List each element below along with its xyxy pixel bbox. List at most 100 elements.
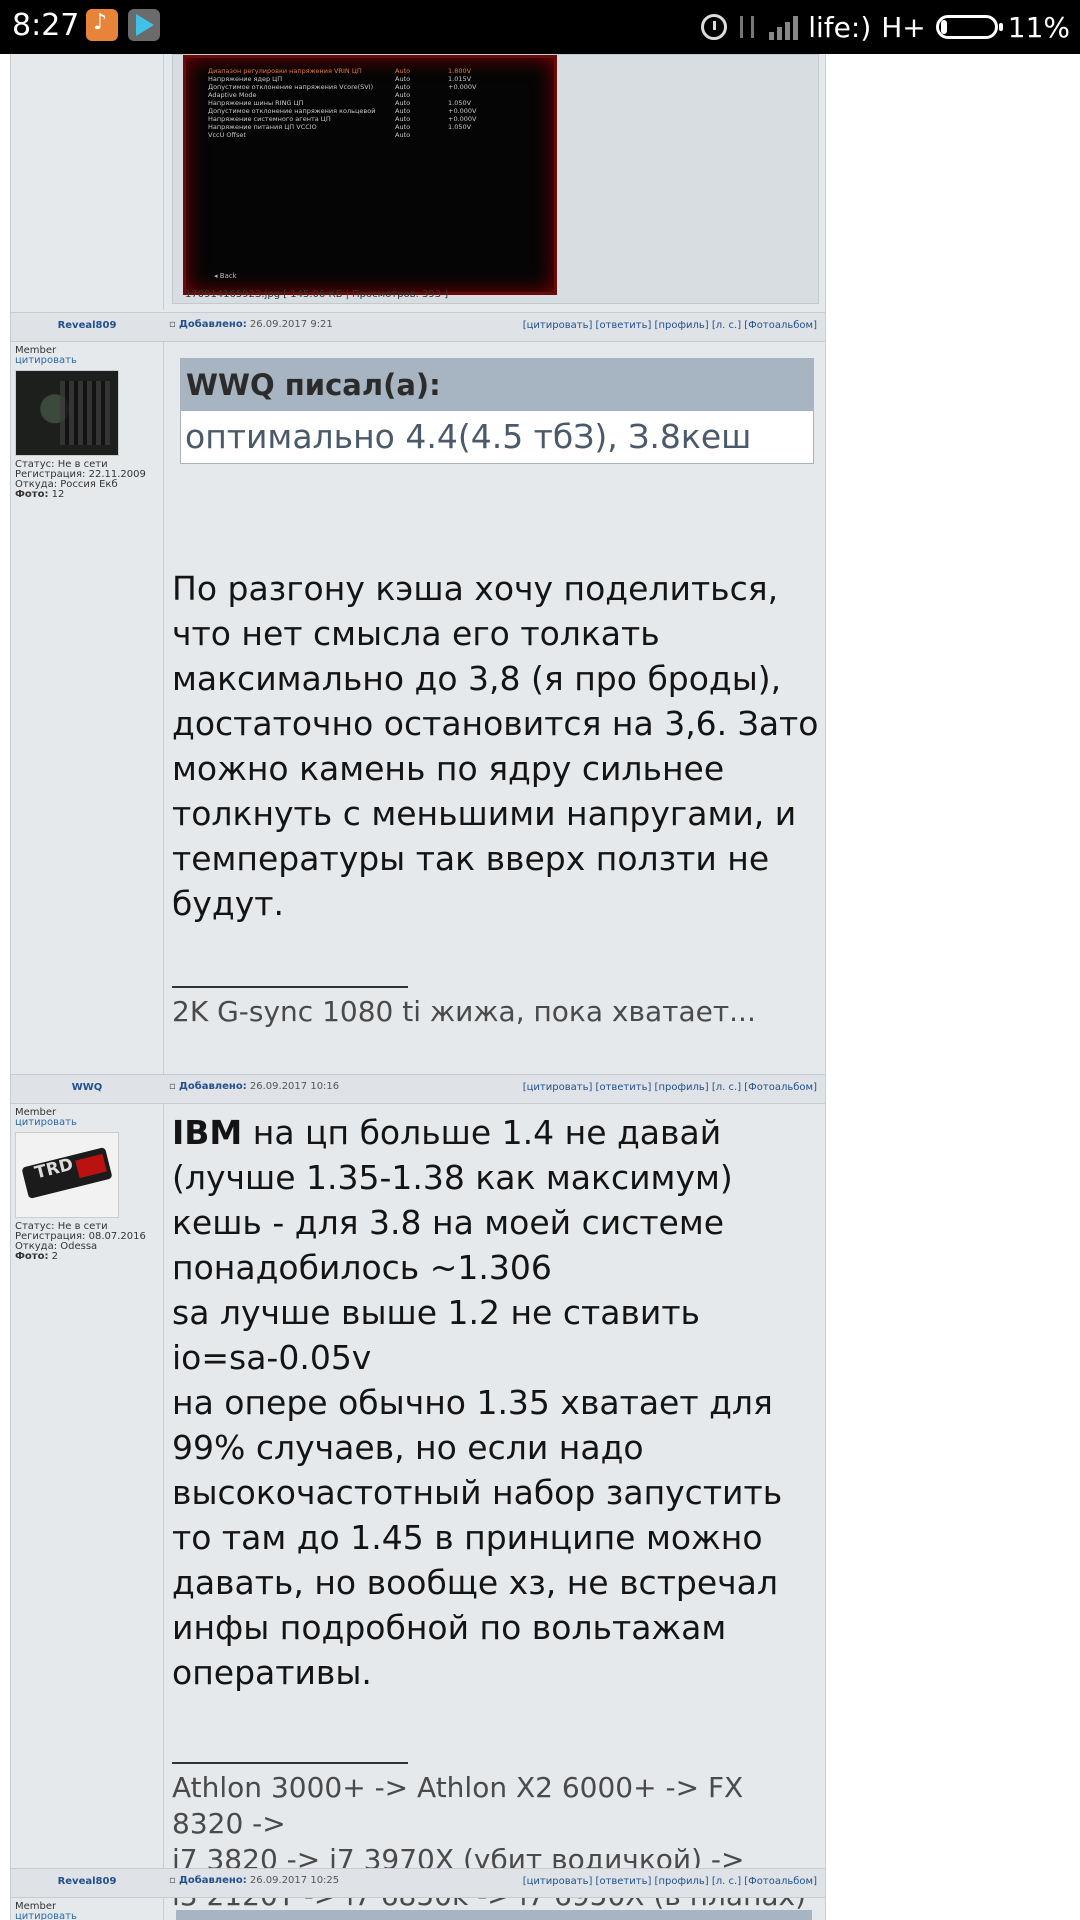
alarm-icon	[701, 14, 728, 40]
battery-percent: 11%	[1007, 10, 1070, 44]
message-line: будут.	[172, 884, 284, 923]
message-line: можно камень по ядру сильнее	[172, 749, 725, 788]
signature-divider	[172, 1762, 408, 1764]
message-line: По разгону кэша хочу поделиться,	[172, 569, 779, 608]
bios-setting-mode: Auto	[395, 91, 411, 99]
bios-setting-label: Напряжение системного агента ЦП	[208, 115, 331, 123]
quote-block: WWQ писал(а): оптимально 4.4(4.5 тбЗ), З…	[180, 358, 814, 464]
message-line: инфы подробной по вольтажам	[172, 1608, 727, 1647]
message-line: кешь - для 3.8 на моей системе	[172, 1203, 725, 1242]
bios-setting-row: Диапазон регулировки напряжения VRIN ЦП A…	[208, 67, 554, 75]
previous-post-body: Диапазон регулировки напряжения VRIN ЦП A…	[164, 54, 825, 310]
post-user-sidebar: Member цитировать Статус: Не в сети Реги…	[11, 1104, 164, 1919]
bios-setting-value: 1.800V	[448, 67, 472, 75]
quote-user-link[interactable]: цитировать	[15, 1912, 77, 1920]
post-header: WWQ ▫ Добавлено: 26.09.2017 10:16 [цитир…	[11, 1074, 825, 1104]
message-line: максимально до 3,8 (я про броды),	[172, 659, 782, 698]
bios-setting-value: 1.015V	[448, 75, 472, 83]
bios-setting-label: Напряжение питания ЦП VCCIO	[208, 123, 317, 131]
play-store-icon	[128, 9, 160, 41]
attachment-frame: Диапазон регулировки напряжения VRIN ЦП A…	[172, 54, 819, 304]
bios-setting-mode: Auto	[395, 99, 411, 107]
message-line: оперативы.	[172, 1653, 372, 1692]
bios-setting-row: Допустимое отклонение напряжения Vcore(S…	[208, 83, 554, 91]
music-app-icon	[86, 9, 118, 41]
status-bar: 8:27 life:) H+ 11%	[0, 0, 1080, 54]
post-date: ▫ Добавлено: 26.09.2017 10:25	[169, 1875, 340, 1886]
bios-setting-row: Напряжение системного агента ЦП Auto +0.00…	[208, 115, 554, 123]
bios-setting-value: 1.050V	[448, 123, 472, 131]
post-body: WWQ писал(а): оптимально 4.4(4.5 тбЗ), З…	[164, 342, 825, 1074]
bios-setting-label: Adaptive Mode	[208, 91, 257, 99]
bios-setting-row: Допустимое отклонение напряжения кольцев…	[208, 107, 554, 115]
data-transfer-icon	[737, 14, 759, 40]
user-photos: Фото: 12	[15, 489, 65, 500]
bios-setting-mode: Auto	[395, 107, 411, 115]
bios-setting-value: 1.050V	[448, 99, 472, 107]
quote-user-link[interactable]: цитировать	[15, 1118, 146, 1128]
message-line: sa лучше выше 1.2 не ставить	[172, 1293, 700, 1332]
bios-setting-value: +0.000V	[448, 107, 477, 115]
post-user-sidebar: Member цитировать Статус: Не в сети Реги…	[11, 342, 164, 1074]
post-header: Reveal809 ▫ Добавлено: 26.09.2017 9:21 […	[11, 312, 825, 342]
message-line: высокочастотный набор запустить	[172, 1473, 783, 1512]
post-message: IBM на цп больше 1.4 не давай (лучше 1.3…	[172, 1110, 822, 1695]
bios-setting-row: Напряжение питания ЦП VCCIO Auto 1.050V	[208, 123, 554, 131]
post-actions[interactable]: [цитировать] [ответить] [профиль] [л. с.…	[523, 320, 817, 331]
bios-setting-label: Напряжение шины RING ЦП	[208, 99, 304, 107]
message-line: на опере обычно 1.35 хватает для	[172, 1383, 773, 1422]
signal-icon	[769, 14, 799, 40]
bios-setting-value: +0.000V	[448, 115, 477, 123]
quote-text: оптимально 4.4(4.5 тбЗ), З.8кеш	[185, 417, 752, 456]
bios-setting-mode: Auto	[395, 75, 411, 83]
post-signature: 2K G-sync 1080 ti жижа, пока хватает...	[172, 995, 756, 1028]
post-actions[interactable]: [цитировать] [ответить] [профиль] [л. с.…	[523, 1876, 817, 1887]
signature-line: Athlon 3000+ -> Athlon X2 6000+ -> FX 83…	[172, 1771, 744, 1840]
bios-setting-label: Допустимое отклонение напряжения Vcore(S…	[208, 83, 374, 91]
bios-setting-row: Adaptive Mode Auto	[208, 91, 554, 99]
previous-post-sidebar	[11, 54, 164, 310]
post-author-link[interactable]: WWQ	[11, 1082, 163, 1093]
bios-setting-label: Диапазон регулировки напряжения VRIN ЦП	[208, 67, 362, 75]
message-line: (лучше 1.35-1.38 как максимум)	[172, 1158, 733, 1197]
message-line: то там до 1.45 в принципе можно	[172, 1518, 763, 1557]
bios-back-button: ◂ Back	[214, 272, 237, 280]
message-line: что нет смысла его толкать	[172, 614, 660, 653]
post-actions[interactable]: [цитировать] [ответить] [профиль] [л. с.…	[523, 1082, 817, 1093]
network-type: H+	[881, 10, 926, 44]
attachment-caption: 17091416592З.jpg [ 145.06 КБ | Просмотро…	[185, 289, 449, 300]
bios-setting-label: Напряжение ядер ЦП	[208, 75, 283, 83]
post-date: ▫ Добавлено: 26.09.2017 9:21	[169, 319, 333, 330]
status-time: 8:27	[12, 8, 80, 43]
message-line: io=sa-0.05v	[172, 1338, 372, 1377]
bios-screenshot-image[interactable]: Диапазон регулировки напряжения VRIN ЦП A…	[183, 55, 557, 295]
message-line: понадобилось ~1.306	[172, 1248, 552, 1287]
bios-setting-mode: Auto	[395, 115, 411, 123]
bios-setting-mode: Auto	[395, 131, 411, 139]
post-author-link[interactable]: Reveal809	[11, 320, 163, 331]
message-line: достаточно остановится на 3,6. Зато	[172, 704, 819, 743]
message-line: давать, но вообще хз, не встречал	[172, 1563, 778, 1602]
battery-icon	[935, 15, 1003, 39]
post-author-link[interactable]: Reveal809	[11, 1876, 163, 1887]
post-message: По разгону кэша хочу поделиться, что нет …	[172, 566, 822, 926]
bios-setting-label: Допустимое отклонение напряжения кольцев…	[208, 107, 376, 115]
message-line: 99% случаев, но если надо	[172, 1428, 644, 1467]
forum-thread: Диапазон регулировки напряжения VRIN ЦП A…	[10, 54, 826, 1920]
mention-name: IBM	[172, 1113, 243, 1152]
message-line: толкнуть с меньшими напругами, и	[172, 794, 797, 833]
avatar[interactable]	[15, 1132, 119, 1218]
avatar[interactable]	[15, 370, 119, 456]
carrier-name: life:)	[808, 10, 872, 44]
bios-setting-row: Напряжение ядер ЦП Auto 1.015V	[208, 75, 554, 83]
user-photos: Фото: 2	[15, 1251, 59, 1262]
message-line: температуры так вверх ползти не	[172, 839, 770, 878]
post-body	[164, 1898, 825, 1920]
bios-setting-row: Напряжение шины RING ЦП Auto 1.050V	[208, 99, 554, 107]
quote-user-link[interactable]: цитировать	[15, 356, 146, 366]
quote-block	[176, 1910, 812, 1920]
post-user-sidebar: Member цитировать	[11, 1898, 164, 1920]
signature-divider	[172, 986, 408, 988]
bios-setting-mode: Auto	[395, 67, 411, 75]
bios-setting-value: +0.000V	[448, 83, 477, 91]
